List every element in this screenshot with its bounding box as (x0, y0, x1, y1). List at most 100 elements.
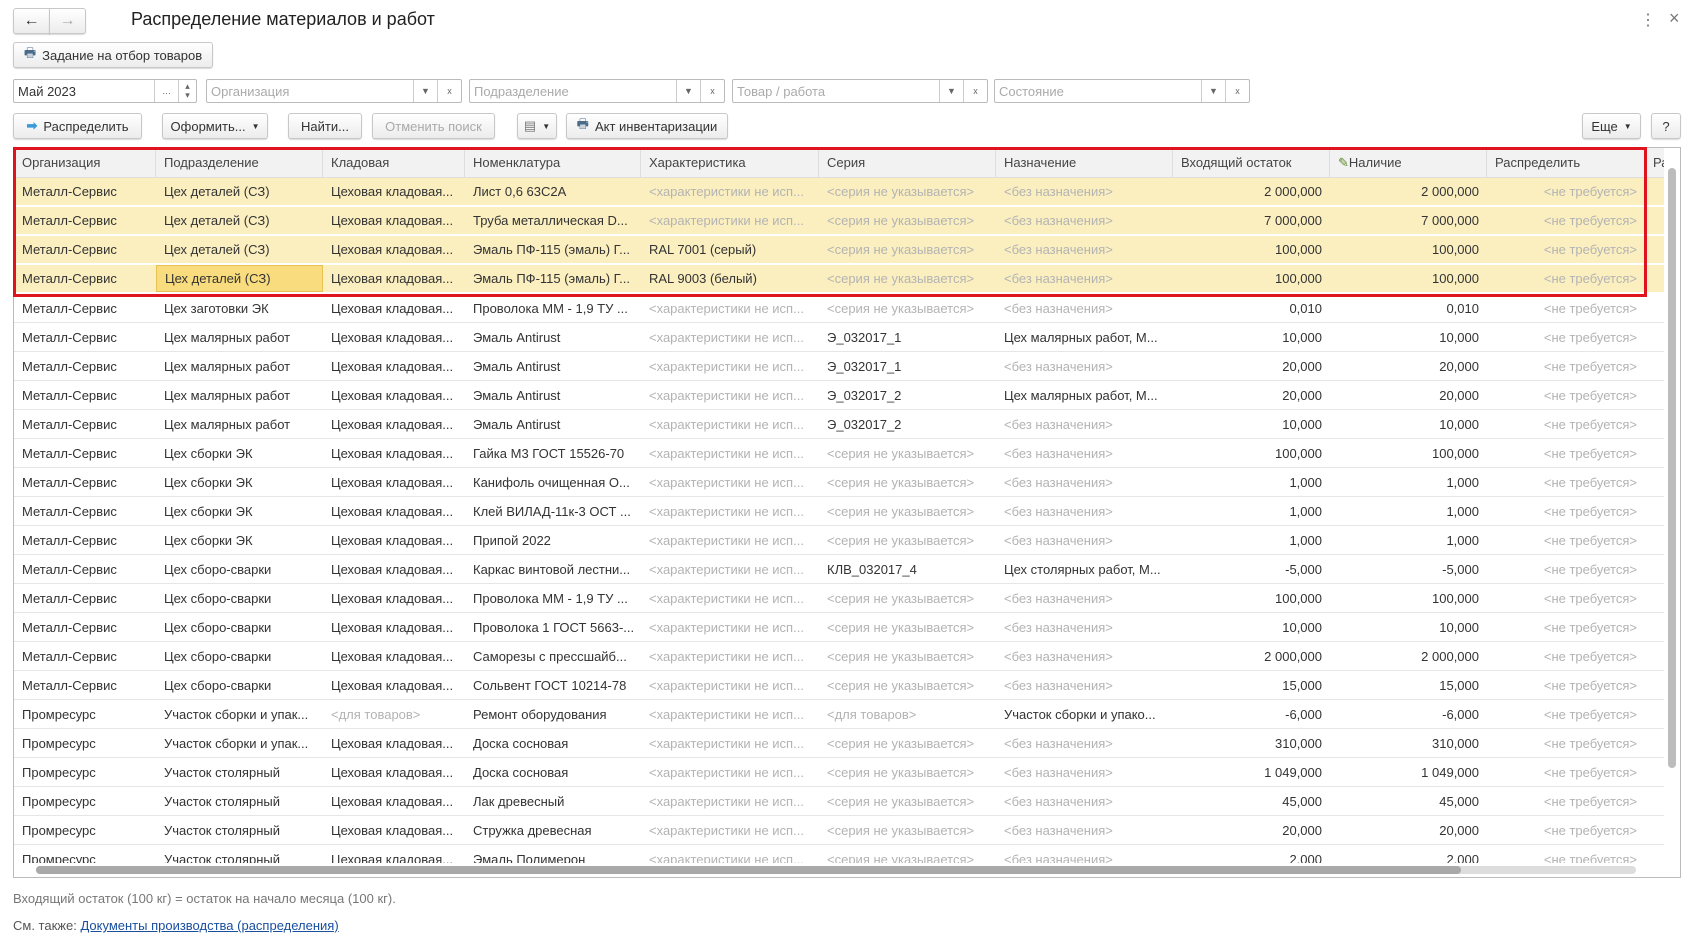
cell-storage[interactable]: Цеховая кладовая... (323, 468, 465, 496)
cell-organization[interactable]: Металл-Сервис (14, 468, 156, 496)
column-header-subdivision[interactable]: Подразделение (156, 148, 323, 177)
cell-purpose[interactable]: <без назначения> (996, 352, 1173, 380)
cell-characteristic[interactable]: <характеристики не исп... (641, 642, 819, 670)
cell-incoming-balance[interactable]: 10,000 (1173, 323, 1330, 351)
cell-distribute[interactable]: <не требуется> (1487, 236, 1645, 263)
cell-availability[interactable]: 20,000 (1330, 381, 1487, 409)
vertical-scrollbar[interactable] (1664, 148, 1680, 877)
clear-icon[interactable]: x (437, 80, 461, 102)
cell-incoming-balance[interactable]: 1,000 (1173, 526, 1330, 554)
cell-subdivision[interactable]: Цех сборо-сварки (156, 584, 323, 612)
cell-purpose[interactable]: <без назначения> (996, 787, 1173, 815)
cell-characteristic[interactable]: <характеристики не исп... (641, 178, 819, 205)
cell-nomenclature[interactable]: Доска сосновая (465, 758, 641, 786)
cell-series[interactable]: <серия не указывается> (819, 236, 996, 263)
cell-distribute[interactable]: <не требуется> (1487, 207, 1645, 234)
help-button[interactable]: ? (1651, 113, 1681, 139)
column-header-purpose[interactable]: Назначение (996, 148, 1173, 177)
cell-organization[interactable]: Металл-Сервис (14, 584, 156, 612)
cell-organization[interactable]: Металл-Сервис (14, 236, 156, 263)
cell-distribute[interactable]: <не требуется> (1487, 816, 1645, 844)
cell-subdivision[interactable]: Цех малярных работ (156, 323, 323, 351)
cell-distribute[interactable]: <не требуется> (1487, 439, 1645, 467)
find-button[interactable]: Найти... (288, 113, 362, 139)
cell-subdivision[interactable]: Цех сборки ЭК (156, 526, 323, 554)
cell-distribute[interactable]: <не требуется> (1487, 642, 1645, 670)
cell-availability[interactable]: 2 000,000 (1330, 642, 1487, 670)
cell-purpose[interactable]: <без назначения> (996, 439, 1173, 467)
cell-organization[interactable]: Промресурс (14, 787, 156, 815)
cell-purpose[interactable]: <без назначения> (996, 497, 1173, 525)
cell-distribute[interactable]: <не требуется> (1487, 526, 1645, 554)
table-row[interactable]: Металл-Сервис Цех малярных работ Цеховая к… (14, 352, 1680, 381)
table-row[interactable]: Металл-Сервис Цех малярных работ Цеховая к… (14, 410, 1680, 439)
cell-nomenclature[interactable]: Труба металлическая D... (465, 207, 641, 234)
cell-series[interactable]: <серия не указывается> (819, 613, 996, 641)
cell-availability[interactable]: 100,000 (1330, 265, 1487, 292)
cell-incoming-balance[interactable]: 45,000 (1173, 787, 1330, 815)
cell-characteristic[interactable]: <характеристики не исп... (641, 671, 819, 699)
cell-incoming-balance[interactable]: 100,000 (1173, 265, 1330, 292)
cell-characteristic[interactable]: <характеристики не исп... (641, 526, 819, 554)
cell-characteristic[interactable]: <характеристики не исп... (641, 758, 819, 786)
table-row[interactable]: Металл-Сервис Цех малярных работ Цеховая к… (14, 323, 1680, 352)
cell-series[interactable]: <серия не указывается> (819, 294, 996, 322)
cell-subdivision[interactable]: Цех малярных работ (156, 410, 323, 438)
cell-nomenclature[interactable]: Гайка М3 ГОСТ 15526-70 (465, 439, 641, 467)
cell-subdivision[interactable]: Цех сборо-сварки (156, 671, 323, 699)
column-header-nomenclature[interactable]: Номенклатура (465, 148, 641, 177)
cell-series[interactable]: КЛВ_032017_4 (819, 555, 996, 583)
cell-purpose[interactable]: Цех малярных работ, М... (996, 381, 1173, 409)
cell-purpose[interactable]: <без назначения> (996, 584, 1173, 612)
table-row[interactable]: Металл-Сервис Цех сборки ЭК Цеховая кладов… (14, 468, 1680, 497)
cell-nomenclature[interactable]: Лист 0,6 63С2А (465, 178, 641, 205)
cell-characteristic[interactable]: <характеристики не исп... (641, 584, 819, 612)
clear-icon[interactable]: x (1225, 80, 1249, 102)
cell-nomenclature[interactable]: Доска сосновая (465, 729, 641, 757)
cell-purpose[interactable]: <без назначения> (996, 207, 1173, 234)
cell-purpose[interactable]: Цех малярных работ, М... (996, 323, 1173, 351)
cell-characteristic[interactable]: <характеристики не исп... (641, 352, 819, 380)
cell-series[interactable]: Э_032017_2 (819, 381, 996, 409)
inventory-act-button[interactable]: 🖶 Акт инвентаризации (566, 113, 728, 139)
cell-availability[interactable]: 7 000,000 (1330, 207, 1487, 234)
cell-distribute[interactable]: <не требуется> (1487, 265, 1645, 292)
cell-subdivision[interactable]: Цех сборки ЭК (156, 468, 323, 496)
issue-button[interactable]: Оформить... ▼ (162, 113, 268, 139)
cell-storage[interactable]: Цеховая кладовая... (323, 758, 465, 786)
cell-storage[interactable]: Цеховая кладовая... (323, 642, 465, 670)
cell-series[interactable]: <серия не указывается> (819, 758, 996, 786)
cell-distribute[interactable]: <не требуется> (1487, 555, 1645, 583)
cell-organization[interactable]: Промресурс (14, 729, 156, 757)
cell-series[interactable]: <серия не указывается> (819, 642, 996, 670)
column-header-distribute[interactable]: Распределить (1487, 148, 1645, 177)
cell-subdivision[interactable]: Цех деталей (СЗ) (156, 207, 323, 234)
cell-purpose[interactable]: <без назначения> (996, 816, 1173, 844)
cell-characteristic[interactable]: <характеристики не исп... (641, 555, 819, 583)
cell-storage[interactable]: Цеховая кладовая... (323, 584, 465, 612)
cell-distribute[interactable]: <не требуется> (1487, 497, 1645, 525)
cell-nomenclature[interactable]: Проволока ММ - 1,9 ТУ ... (465, 294, 641, 322)
cell-availability[interactable]: 20,000 (1330, 352, 1487, 380)
cell-series[interactable]: <для товаров> (819, 700, 996, 728)
cell-purpose[interactable]: <без назначения> (996, 729, 1173, 757)
cell-subdivision[interactable]: Цех малярных работ (156, 352, 323, 380)
cell-organization[interactable]: Металл-Сервис (14, 265, 156, 292)
cell-series[interactable]: <серия не указывается> (819, 816, 996, 844)
table-row[interactable]: Промресурс Участок сборки и упак... <для т… (14, 700, 1680, 729)
table-row[interactable]: Металл-Сервис Цех сборо-сварки Цеховая кла… (14, 555, 1680, 584)
organization-filter[interactable]: Организация ▼ x (206, 79, 462, 103)
cell-characteristic[interactable]: <характеристики не исп... (641, 497, 819, 525)
item-filter[interactable]: Товар / работа ▼ x (732, 79, 988, 103)
cell-organization[interactable]: Металл-Сервис (14, 613, 156, 641)
cell-nomenclature[interactable]: Проволока 1 ГОСТ 5663-... (465, 613, 641, 641)
close-icon[interactable]: × (1669, 8, 1680, 29)
cell-characteristic[interactable]: <характеристики не исп... (641, 729, 819, 757)
cell-distribute[interactable]: <не требуется> (1487, 323, 1645, 351)
cell-availability[interactable]: 10,000 (1330, 323, 1487, 351)
cell-series[interactable]: <серия не указывается> (819, 207, 996, 234)
cell-storage[interactable]: Цеховая кладовая... (323, 323, 465, 351)
cell-organization[interactable]: Металл-Сервис (14, 381, 156, 409)
cell-distribute[interactable]: <не требуется> (1487, 700, 1645, 728)
table-row[interactable]: Промресурс Участок столярный Цеховая кладо… (14, 758, 1680, 787)
